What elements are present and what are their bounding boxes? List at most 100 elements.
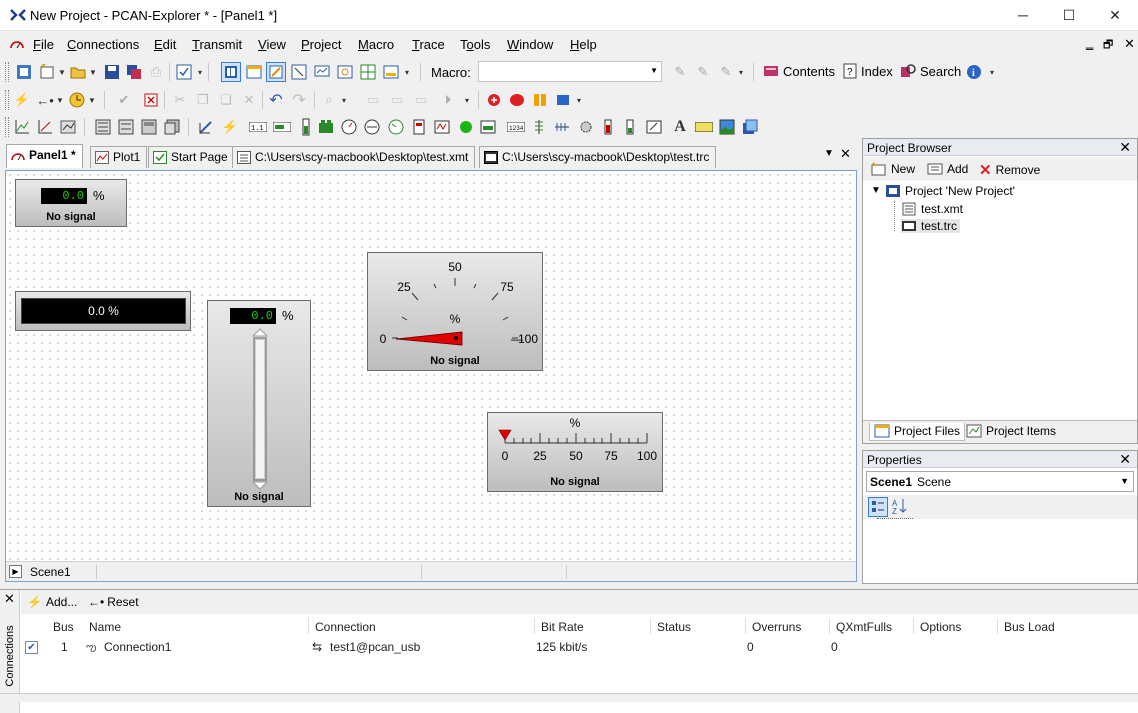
refresh-window-icon[interactable] <box>335 62 355 82</box>
macro-run-icon[interactable]: ✎ <box>670 62 690 82</box>
toolbar-overflow-icon[interactable]: ▾ <box>737 62 745 82</box>
trace-2-icon[interactable] <box>116 117 136 137</box>
plot-edit-icon[interactable] <box>35 117 55 137</box>
tab-project-items[interactable]: Project Items <box>966 424 1056 438</box>
chevron-down-icon[interactable]: ▼ <box>1120 476 1129 486</box>
search-button[interactable]: Search <box>900 63 961 79</box>
info-icon[interactable]: i <box>964 62 984 82</box>
tab-test-trc[interactable]: C:\Users\scy-macbook\Desktop\test.trc <box>479 146 717 168</box>
plot-icon[interactable] <box>12 117 32 137</box>
redo-icon[interactable]: ↷ <box>289 90 309 110</box>
window-icon[interactable] <box>244 62 264 82</box>
properties-icon[interactable] <box>174 62 194 82</box>
menu-transmit[interactable]: Transmit <box>192 37 242 52</box>
scope-icon[interactable] <box>432 117 452 137</box>
menu-help[interactable]: Help <box>570 37 597 52</box>
hslider-icon[interactable] <box>552 117 572 137</box>
edit-box-icon[interactable] <box>644 117 664 137</box>
record-add-icon[interactable] <box>484 90 504 110</box>
transmit-1-icon[interactable]: ▭ <box>363 90 383 110</box>
connection-checkbox[interactable]: ✔ <box>25 641 38 654</box>
gauge-icon[interactable] <box>339 117 359 137</box>
transmit-play-icon[interactable]: ⏵ <box>438 90 458 110</box>
transmit-2-icon[interactable]: ▭ <box>387 90 407 110</box>
trace-3-icon[interactable] <box>139 117 159 137</box>
slider-icon[interactable] <box>529 117 549 137</box>
toolbar-grip[interactable] <box>5 90 9 110</box>
column-overruns[interactable]: Overruns <box>752 620 801 634</box>
new-dropdown-icon[interactable]: ▼ <box>58 62 66 82</box>
macro-step-icon[interactable]: ✎ <box>693 62 713 82</box>
vertical-slider-track[interactable] <box>248 327 272 491</box>
cancel-icon[interactable] <box>141 90 161 110</box>
bar-display-icon[interactable] <box>272 117 292 137</box>
mdi-minimize-button[interactable]: ‗ <box>1086 35 1093 50</box>
menu-file[interactable]: File <box>33 37 54 52</box>
menu-macro[interactable]: Macro <box>358 37 394 52</box>
maximize-button[interactable]: ☐ <box>1046 0 1092 31</box>
led-icon[interactable] <box>456 117 476 137</box>
add-button[interactable]: Add <box>927 162 968 176</box>
mdi-restore-button[interactable]: 🗗 <box>1103 36 1113 55</box>
value-label-icon[interactable] <box>694 117 714 137</box>
add-connection-button[interactable]: ⚡ Add... <box>27 595 77 609</box>
group-box-icon[interactable] <box>740 117 760 137</box>
column-bit-rate[interactable]: Bit Rate <box>541 620 584 634</box>
undo-icon[interactable]: ↶ <box>266 90 286 110</box>
back-dropdown-icon[interactable]: ▼ <box>56 90 64 110</box>
new-file-icon[interactable] <box>37 62 57 82</box>
knob-icon[interactable] <box>576 117 596 137</box>
panel-canvas[interactable]: 0.0 % No signal 0.0 % 0.0 % No signal 50… <box>5 170 857 582</box>
open-dropdown-icon[interactable]: ▼ <box>89 62 97 82</box>
column-status[interactable]: Status <box>657 620 691 634</box>
close-button[interactable]: ✕ <box>1092 0 1138 31</box>
toolbar-grip[interactable] <box>5 117 9 137</box>
cut-icon[interactable]: ✂ <box>170 90 190 110</box>
reset-button[interactable]: ←• Reset <box>88 595 139 609</box>
find-icon[interactable]: ⌕ <box>319 90 339 110</box>
copy-icon[interactable]: ❐ <box>193 90 213 110</box>
column-connection[interactable]: Connection <box>315 620 376 634</box>
digital-display-icon[interactable] <box>316 117 336 137</box>
mdi-close-button[interactable]: ✕ <box>1124 36 1135 52</box>
tank-icon[interactable] <box>598 117 618 137</box>
paste-icon[interactable]: ❏ <box>216 90 236 110</box>
zoom-fit-icon[interactable] <box>289 62 309 82</box>
tree-collapse-icon[interactable]: ▼ <box>871 185 881 196</box>
menu-edit[interactable]: Edit <box>154 37 176 52</box>
tab-start-page[interactable]: Start Page <box>148 146 235 168</box>
trace-4-icon[interactable] <box>162 117 182 137</box>
monitor-icon[interactable] <box>312 62 332 82</box>
minimize-button[interactable]: ─ <box>1000 0 1046 31</box>
thermometer-icon[interactable] <box>620 117 640 137</box>
new-button[interactable]: New <box>871 162 915 176</box>
back-arrow-icon[interactable]: ←• <box>35 90 55 110</box>
column-name[interactable]: Name <box>89 620 121 634</box>
trace-1-icon[interactable] <box>93 117 113 137</box>
save-all-icon[interactable] <box>124 62 144 82</box>
led-bar-icon[interactable] <box>409 117 429 137</box>
layout-icon[interactable] <box>221 62 241 82</box>
toolbar-overflow-icon[interactable]: ▾ <box>575 90 583 110</box>
vertical-slider-widget[interactable]: 0.0 % No signal <box>207 300 311 507</box>
properties-object-selector[interactable]: Scene1 Scene ▼ <box>866 471 1134 492</box>
macro-combobox[interactable]: ▼ <box>478 61 662 82</box>
menu-project[interactable]: Project <box>301 37 341 52</box>
column-bus-load[interactable]: Bus Load <box>1004 620 1055 634</box>
toolbar-overflow-icon[interactable]: ▾ <box>988 62 996 82</box>
column-options[interactable]: Options <box>920 620 961 634</box>
menu-view[interactable]: View <box>258 37 286 52</box>
menu-connections[interactable]: Connections <box>67 37 139 52</box>
record-icon[interactable] <box>507 90 527 110</box>
plot-settings-icon[interactable] <box>58 117 78 137</box>
chevron-down-icon[interactable]: ▼ <box>650 66 658 75</box>
alphabetical-sort-icon[interactable]: AZ <box>891 497 911 517</box>
toolbar-overflow-icon[interactable]: ▾ <box>463 90 471 110</box>
stop-icon[interactable] <box>553 90 573 110</box>
chart-bar-icon[interactable] <box>478 117 498 137</box>
clock-icon[interactable] <box>67 90 87 110</box>
dial-icon[interactable] <box>386 117 406 137</box>
lightning-tool-icon[interactable]: ⚡ <box>220 117 240 137</box>
tab-plot1[interactable]: Plot1 <box>90 146 148 168</box>
contents-button[interactable]: Contents <box>763 63 835 79</box>
